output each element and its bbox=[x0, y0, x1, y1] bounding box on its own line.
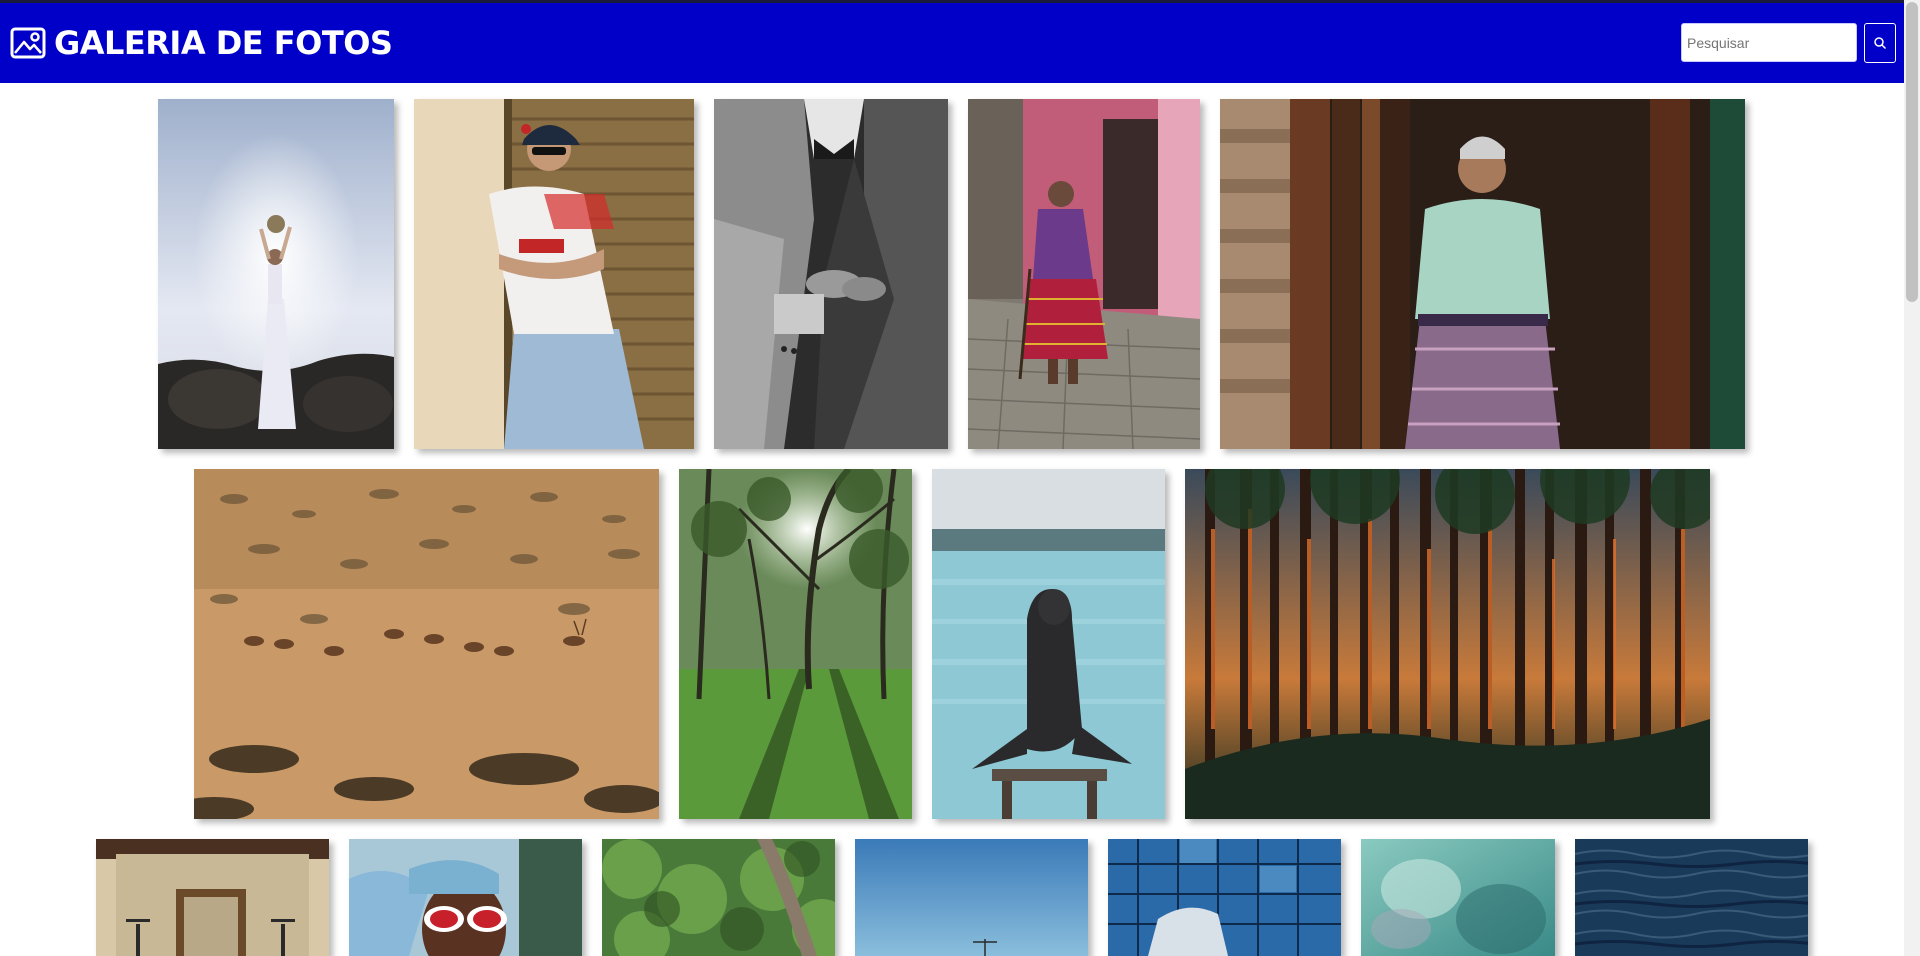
search-input[interactable] bbox=[1681, 23, 1857, 62]
search-icon bbox=[1874, 37, 1887, 50]
photo-elderly-woman[interactable] bbox=[1220, 99, 1745, 449]
photo-teal-abstract[interactable] bbox=[1361, 839, 1555, 956]
photo-sea-lion[interactable] bbox=[932, 469, 1165, 819]
page-title: GALERIA DE FOTOS bbox=[54, 24, 393, 62]
photo-bride[interactable] bbox=[158, 99, 394, 449]
header: GALERIA DE FOTOS bbox=[0, 3, 1904, 83]
photo-ocean[interactable] bbox=[1575, 839, 1808, 956]
photo-suit-bw[interactable] bbox=[714, 99, 948, 449]
photo-man-cap[interactable] bbox=[414, 99, 694, 449]
photo-red-sunglasses[interactable] bbox=[349, 839, 582, 956]
photo-deer-field[interactable] bbox=[194, 469, 659, 819]
photo-pine-forest[interactable] bbox=[1185, 469, 1710, 819]
photo-green-trees[interactable] bbox=[602, 839, 835, 956]
image-icon bbox=[10, 27, 46, 59]
photo-glass-building[interactable] bbox=[1108, 839, 1341, 956]
photo-woman-street[interactable] bbox=[968, 99, 1200, 449]
photo-blue-sky-antenna[interactable] bbox=[855, 839, 1088, 956]
photo-framed-picture[interactable] bbox=[96, 839, 329, 956]
scrollbar-thumb[interactable] bbox=[1906, 2, 1918, 302]
logo[interactable]: GALERIA DE FOTOS bbox=[10, 23, 393, 63]
photo-gallery bbox=[0, 83, 1904, 956]
photo-sunlit-forest[interactable] bbox=[679, 469, 912, 819]
search-button[interactable] bbox=[1864, 23, 1896, 63]
